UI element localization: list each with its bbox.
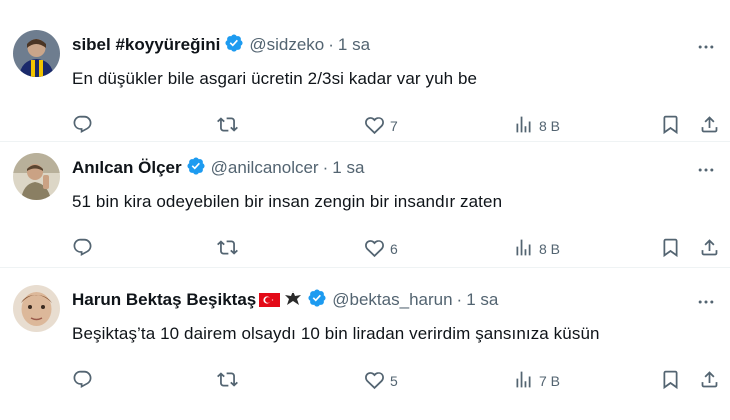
timestamp[interactable]: 1 sa — [466, 290, 498, 310]
timestamp[interactable]: 1 sa — [332, 158, 364, 178]
reply-icon — [72, 237, 93, 261]
author-handle[interactable]: @anilcanolcer — [211, 158, 319, 178]
bookmark-button[interactable] — [660, 115, 681, 137]
author-name[interactable]: Anılcan Ölçer — [72, 158, 182, 178]
verified-icon — [307, 288, 327, 313]
retweet-icon — [217, 114, 238, 138]
separator-dot: · — [328, 35, 334, 54]
like-button[interactable]: 7 — [364, 115, 398, 137]
tweet-header: Anılcan Ölçer @anilcanolcer · 1 sa — [72, 156, 364, 180]
divider — [0, 267, 730, 268]
avatar[interactable] — [13, 285, 60, 332]
divider — [0, 141, 730, 142]
like-icon — [364, 237, 385, 261]
views-icon — [513, 237, 534, 261]
views-button[interactable]: 8 B — [513, 238, 560, 260]
tweet-header: sibel #koyyüreğini @sidzeko · 1 sa — [72, 33, 370, 57]
author-handle[interactable]: @sidzeko — [249, 35, 324, 55]
retweet-button[interactable] — [217, 115, 243, 137]
bookmark-icon — [660, 114, 681, 138]
share-icon — [699, 237, 720, 261]
tweet-header: Harun Bektaş Beşiktaş @bektas_harun · 1 … — [72, 288, 498, 312]
like-count: 7 — [390, 118, 398, 134]
author-name[interactable]: Harun Bektaş Beşiktaş — [72, 290, 256, 310]
like-icon — [364, 369, 385, 393]
like-count: 5 — [390, 373, 398, 389]
reply-icon — [72, 114, 93, 138]
separator-dot: · — [322, 158, 329, 177]
timestamp[interactable]: 1 sa — [338, 35, 370, 55]
views-button[interactable]: 8 B — [513, 115, 560, 137]
avatar[interactable] — [13, 153, 60, 200]
turkey-flag-icon — [259, 293, 281, 307]
share-icon — [699, 369, 720, 393]
view-count: 7 B — [539, 373, 561, 389]
reply-button[interactable] — [72, 370, 98, 392]
reply-icon — [72, 369, 93, 393]
author-handle[interactable]: @bektas_harun — [332, 290, 452, 310]
share-button[interactable] — [699, 115, 720, 137]
tweet-2[interactable]: Anılcan Ölçer @anilcanolcer · 1 sa 51 bi… — [0, 143, 730, 276]
like-count: 6 — [390, 241, 398, 257]
bookmark-button[interactable] — [660, 370, 681, 392]
bookmark-icon — [660, 369, 681, 393]
tweet-1[interactable]: sibel #koyyüreğini @sidzeko · 1 sa En dü… — [0, 20, 730, 153]
verified-icon — [186, 156, 206, 181]
reply-button[interactable] — [72, 115, 98, 137]
more-icon[interactable] — [696, 292, 716, 317]
like-icon — [364, 114, 385, 138]
tweet-3[interactable]: Harun Bektaş Beşiktaş @bektas_harun · 1 … — [0, 275, 730, 408]
views-icon — [513, 114, 534, 138]
views-button[interactable]: 7 B — [513, 370, 560, 392]
separator-dot: · — [456, 290, 463, 309]
view-count: 8 B — [539, 241, 561, 257]
like-button[interactable]: 5 — [364, 370, 398, 392]
view-count: 8 B — [539, 118, 561, 134]
verified-icon — [224, 33, 244, 58]
avatar[interactable] — [13, 30, 60, 77]
author-name[interactable]: sibel #koyyüreğini — [72, 35, 220, 55]
more-icon[interactable] — [696, 37, 716, 62]
retweet-icon — [217, 237, 238, 261]
more-icon[interactable] — [696, 160, 716, 185]
views-icon — [513, 369, 534, 393]
retweet-button[interactable] — [217, 238, 243, 260]
share-icon — [699, 114, 720, 138]
tweet-text: En düşükler bile asgari ücretin 2/3si ka… — [72, 69, 478, 88]
reply-button[interactable] — [72, 238, 98, 260]
like-button[interactable]: 6 — [364, 238, 398, 260]
bookmark-button[interactable] — [660, 238, 681, 260]
retweet-button[interactable] — [217, 370, 243, 392]
bookmark-icon — [660, 237, 681, 261]
retweet-icon — [217, 369, 238, 393]
share-button[interactable] — [699, 238, 720, 260]
tweet-text: 51 bin kira odeyebilen bir insan zengin … — [72, 192, 503, 211]
tweet-text: Beşiktaş’ta 10 dairem olsaydı 10 bin lir… — [72, 324, 600, 343]
share-button[interactable] — [699, 370, 720, 392]
eagle-icon — [283, 289, 303, 312]
